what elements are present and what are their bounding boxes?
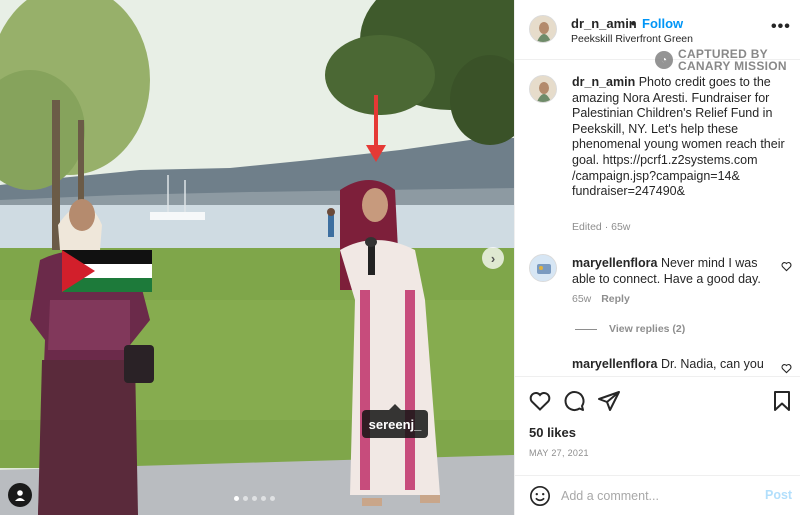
carousel-dot xyxy=(270,496,275,501)
chevron-right-icon: › xyxy=(490,250,496,266)
comment-like-heart-icon[interactable] xyxy=(781,363,792,374)
photo-scene xyxy=(0,0,514,515)
avatar[interactable] xyxy=(529,75,557,103)
carousel-dot xyxy=(261,496,266,501)
carousel-indicator xyxy=(234,496,275,501)
comment-username[interactable]: maryellenflora xyxy=(572,256,657,270)
view-replies-button[interactable]: View replies (2) xyxy=(575,323,685,335)
post-author-username[interactable]: dr_n_amin xyxy=(571,16,637,31)
tagged-user-label[interactable]: sereenj_ xyxy=(362,404,428,438)
follow-button[interactable]: Follow xyxy=(642,16,683,31)
post-comment-button[interactable]: Post xyxy=(765,488,792,502)
view-replies-label: View replies (2) xyxy=(609,323,686,335)
post-photo[interactable]: sereenj_ › xyxy=(0,0,514,515)
post-header: dr_n_amin • Follow Peekskill Riverfront … xyxy=(515,0,800,72)
caption-username[interactable]: dr_n_amin xyxy=(572,75,635,89)
comment-meta: 65w Reply xyxy=(572,293,630,305)
add-comment-bar: Post xyxy=(515,475,800,515)
comment-like-heart-icon[interactable] xyxy=(781,261,792,272)
caption-text: Photo credit goes to the amazing Nora Ar… xyxy=(572,75,785,199)
reply-button[interactable]: Reply xyxy=(601,293,630,305)
comments-section[interactable]: dr_n_amin Photo credit goes to the amazi… xyxy=(515,61,800,375)
avatar[interactable] xyxy=(529,15,557,43)
likes-count[interactable]: 50 likes xyxy=(529,425,576,440)
carousel-next-button[interactable]: › xyxy=(482,247,504,269)
save-bookmark-icon[interactable] xyxy=(770,389,794,413)
comment-text: maryellenflora Dr. Nadia, can you xyxy=(572,357,777,373)
caption-edited-time: Edited · 65w xyxy=(572,221,631,233)
post-date: MAY 27, 2021 xyxy=(529,448,589,458)
separator-dot: • xyxy=(631,16,636,31)
comment-body: Dr. Nadia, can you xyxy=(660,357,764,371)
post-actions: 50 likes MAY 27, 2021 xyxy=(515,376,800,476)
comment-bubble-icon[interactable] xyxy=(562,389,586,413)
more-options-icon[interactable]: ••• xyxy=(771,18,791,36)
carousel-dot xyxy=(234,496,239,501)
tagged-users-button[interactable] xyxy=(8,483,32,507)
comment-username[interactable]: maryellenflora xyxy=(572,357,657,371)
user-icon xyxy=(15,490,25,501)
like-heart-icon[interactable] xyxy=(528,389,552,413)
comment-input[interactable] xyxy=(561,486,741,506)
divider-line xyxy=(575,328,597,330)
carousel-dot xyxy=(243,496,248,501)
post-side-panel: dr_n_amin • Follow Peekskill Riverfront … xyxy=(514,0,800,515)
share-paper-plane-icon[interactable] xyxy=(597,389,621,413)
post-location[interactable]: Peekskill Riverfront Green xyxy=(571,33,693,45)
profile-photo-icon xyxy=(530,255,556,281)
post-caption: dr_n_amin Photo credit goes to the amazi… xyxy=(572,75,787,200)
profile-photo-icon xyxy=(530,76,556,102)
comment-text: maryellenflora Never mind I was able to … xyxy=(572,256,777,287)
profile-photo-icon xyxy=(530,16,556,42)
carousel-dot xyxy=(252,496,257,501)
emoji-icon[interactable] xyxy=(529,485,551,507)
comment-age: 65w xyxy=(572,293,592,305)
avatar[interactable] xyxy=(529,254,557,282)
